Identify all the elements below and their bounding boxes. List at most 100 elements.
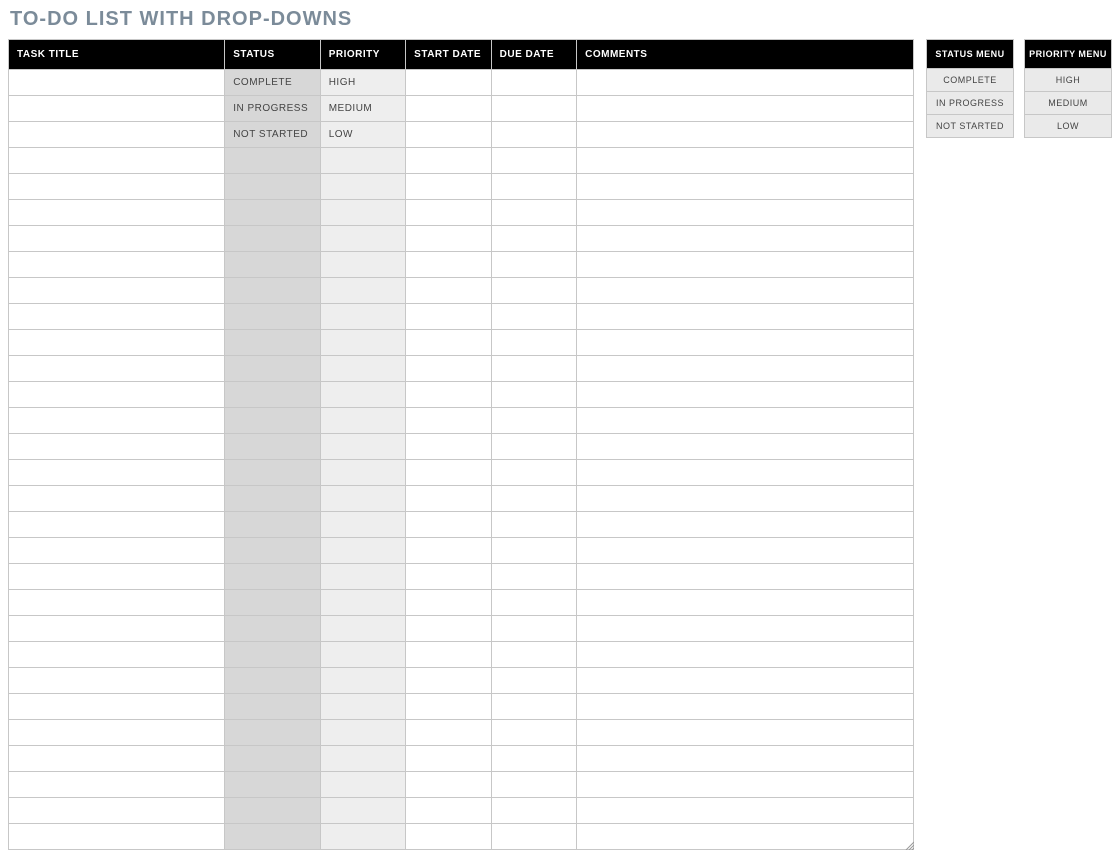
due-date-cell[interactable] <box>491 564 576 590</box>
priority-menu-item[interactable]: MEDIUM <box>1025 92 1112 115</box>
task-title-cell[interactable] <box>9 668 225 694</box>
due-date-cell[interactable] <box>491 252 576 278</box>
task-title-cell[interactable] <box>9 148 225 174</box>
start-date-cell[interactable] <box>406 538 491 564</box>
priority-cell[interactable] <box>320 356 405 382</box>
due-date-cell[interactable] <box>491 694 576 720</box>
priority-cell[interactable] <box>320 486 405 512</box>
start-date-cell[interactable] <box>406 70 491 96</box>
status-cell[interactable] <box>225 304 321 330</box>
due-date-cell[interactable] <box>491 200 576 226</box>
start-date-cell[interactable] <box>406 356 491 382</box>
due-date-cell[interactable] <box>491 226 576 252</box>
start-date-cell[interactable] <box>406 798 491 824</box>
due-date-cell[interactable] <box>491 70 576 96</box>
due-date-cell[interactable] <box>491 434 576 460</box>
start-date-cell[interactable] <box>406 174 491 200</box>
comments-cell[interactable] <box>577 564 914 590</box>
status-menu-item[interactable]: NOT STARTED <box>927 115 1014 138</box>
comments-cell[interactable] <box>577 252 914 278</box>
task-title-cell[interactable] <box>9 642 225 668</box>
comments-cell[interactable] <box>577 486 914 512</box>
comments-cell[interactable] <box>577 772 914 798</box>
priority-cell[interactable] <box>320 460 405 486</box>
priority-cell[interactable] <box>320 824 405 850</box>
status-cell[interactable] <box>225 356 321 382</box>
task-title-cell[interactable] <box>9 746 225 772</box>
due-date-cell[interactable] <box>491 330 576 356</box>
due-date-cell[interactable] <box>491 408 576 434</box>
status-cell[interactable] <box>225 642 321 668</box>
status-cell[interactable] <box>225 564 321 590</box>
priority-cell[interactable] <box>320 434 405 460</box>
start-date-cell[interactable] <box>406 668 491 694</box>
status-cell[interactable] <box>225 434 321 460</box>
comments-cell[interactable] <box>577 200 914 226</box>
comments-cell[interactable] <box>577 96 914 122</box>
start-date-cell[interactable] <box>406 226 491 252</box>
priority-cell[interactable] <box>320 512 405 538</box>
status-cell[interactable] <box>225 746 321 772</box>
comments-cell[interactable] <box>577 720 914 746</box>
comments-cell[interactable] <box>577 642 914 668</box>
priority-cell[interactable]: LOW <box>320 122 405 148</box>
due-date-cell[interactable] <box>491 616 576 642</box>
status-cell[interactable] <box>225 824 321 850</box>
priority-cell[interactable] <box>320 174 405 200</box>
due-date-cell[interactable] <box>491 174 576 200</box>
start-date-cell[interactable] <box>406 122 491 148</box>
task-title-cell[interactable] <box>9 538 225 564</box>
comments-cell[interactable] <box>577 304 914 330</box>
due-date-cell[interactable] <box>491 356 576 382</box>
comments-cell[interactable] <box>577 798 914 824</box>
priority-cell[interactable] <box>320 564 405 590</box>
start-date-cell[interactable] <box>406 616 491 642</box>
priority-menu-item[interactable]: LOW <box>1025 115 1112 138</box>
priority-cell[interactable] <box>320 226 405 252</box>
due-date-cell[interactable] <box>491 278 576 304</box>
start-date-cell[interactable] <box>406 278 491 304</box>
task-title-cell[interactable] <box>9 434 225 460</box>
task-title-cell[interactable] <box>9 590 225 616</box>
priority-cell[interactable] <box>320 330 405 356</box>
task-title-cell[interactable] <box>9 408 225 434</box>
status-cell[interactable] <box>225 252 321 278</box>
task-title-cell[interactable] <box>9 330 225 356</box>
task-title-cell[interactable] <box>9 200 225 226</box>
due-date-cell[interactable] <box>491 122 576 148</box>
status-cell[interactable] <box>225 772 321 798</box>
priority-cell[interactable] <box>320 616 405 642</box>
status-cell[interactable] <box>225 798 321 824</box>
status-cell[interactable] <box>225 200 321 226</box>
priority-cell[interactable] <box>320 694 405 720</box>
due-date-cell[interactable] <box>491 304 576 330</box>
comments-cell[interactable] <box>577 148 914 174</box>
status-cell[interactable] <box>225 616 321 642</box>
comments-cell[interactable] <box>577 512 914 538</box>
task-title-cell[interactable] <box>9 174 225 200</box>
comments-cell[interactable] <box>577 122 914 148</box>
status-cell[interactable] <box>225 590 321 616</box>
priority-cell[interactable] <box>320 798 405 824</box>
priority-cell[interactable] <box>320 668 405 694</box>
start-date-cell[interactable] <box>406 694 491 720</box>
start-date-cell[interactable] <box>406 330 491 356</box>
comments-cell[interactable] <box>577 226 914 252</box>
due-date-cell[interactable] <box>491 486 576 512</box>
priority-cell[interactable] <box>320 538 405 564</box>
start-date-cell[interactable] <box>406 720 491 746</box>
priority-cell[interactable] <box>320 304 405 330</box>
comments-cell[interactable] <box>577 70 914 96</box>
comments-cell[interactable] <box>577 590 914 616</box>
start-date-cell[interactable] <box>406 252 491 278</box>
start-date-cell[interactable] <box>406 486 491 512</box>
task-title-cell[interactable] <box>9 486 225 512</box>
status-cell[interactable]: COMPLETE <box>225 70 321 96</box>
comments-cell[interactable] <box>577 174 914 200</box>
comments-cell[interactable] <box>577 460 914 486</box>
task-title-cell[interactable] <box>9 252 225 278</box>
start-date-cell[interactable] <box>406 642 491 668</box>
comments-cell[interactable] <box>577 668 914 694</box>
due-date-cell[interactable] <box>491 590 576 616</box>
due-date-cell[interactable] <box>491 96 576 122</box>
